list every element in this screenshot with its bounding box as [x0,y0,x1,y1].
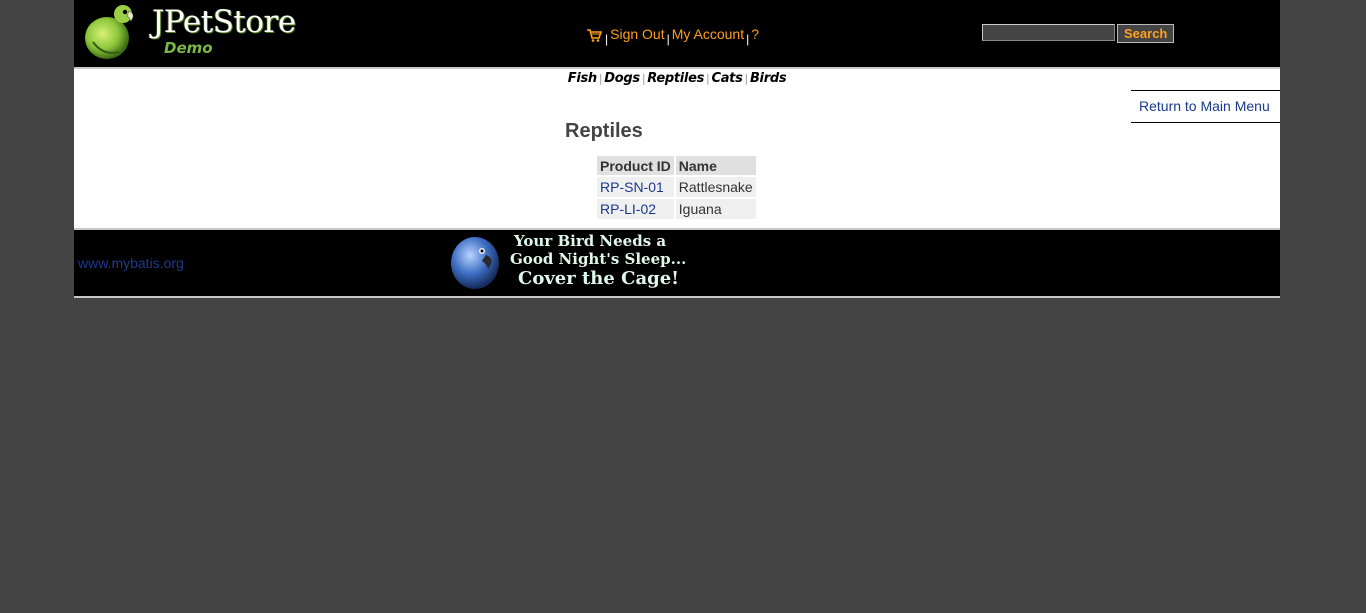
return-to-main-menu-link[interactable]: Return to Main Menu [1139,98,1270,114]
main-content: Fish | Dogs | Reptiles | Cats | Birds Return to … [74,69,1280,228]
logo[interactable]: JPetStore Demo [83,2,298,60]
banner-line-1: Your Bird Needs a [514,232,667,250]
column-header-name: Name [675,156,756,175]
quick-link-separator: | [744,72,749,85]
cart-icon[interactable] [586,28,602,42]
product-id-link[interactable]: RP-LI-02 [600,201,656,217]
parrot-icon [451,237,499,289]
banner-line-3: Cover the Cage! [518,268,680,289]
logo-title: JPetStore [152,4,296,40]
quick-link-dogs[interactable]: Dogs [604,71,640,86]
mybatis-link[interactable]: www.mybatis.org [78,255,184,271]
header: JPetStore Demo | Sign Out | My Account |? Se… [74,0,1280,69]
product-name-cell: Iguana [675,199,756,219]
logo-subtitle: Demo [164,39,213,57]
table-row: RP-LI-02 Iguana [597,199,756,219]
product-id-cell: RP-LI-02 [597,199,674,219]
product-id-cell: RP-SN-01 [597,177,674,197]
help-link[interactable]: ? [751,26,759,42]
quick-links: Fish | Dogs | Reptiles | Cats | Birds [74,71,1280,86]
table-header-row: Product ID Name [597,156,756,175]
product-name-cell: Rattlesnake [675,177,756,197]
quick-link-cats[interactable]: Cats [711,71,742,86]
menu-separator: | [605,32,609,46]
quick-link-separator: | [598,72,603,85]
ad-banner[interactable]: Your Bird Needs a Good Night's Sleep... … [448,231,706,293]
product-id-link[interactable]: RP-SN-01 [600,179,664,195]
page-wrapper: JPetStore Demo | Sign Out | My Account |? Se… [74,0,1280,298]
quick-link-separator: | [706,72,710,85]
search-button[interactable]: Search [1117,24,1175,43]
my-account-link[interactable]: My Account [672,26,744,42]
page-title: Reptiles [565,120,643,142]
sign-out-link[interactable]: Sign Out [610,26,664,42]
quick-link-separator: | [641,72,646,85]
header-menu: | Sign Out | My Account |? [586,25,759,46]
banner-line-2: Good Night's Sleep... [510,250,687,268]
product-table: Product ID Name RP-SN-01 Rattlesnake RP-… [595,154,758,221]
table-row: RP-SN-01 Rattlesnake [597,177,756,197]
column-header-product-id: Product ID [597,156,674,175]
quick-link-fish[interactable]: Fish [568,71,597,86]
footer: www.mybatis.org Your Bird Needs a Good N… [74,228,1280,298]
parrot-logo-icon [85,5,134,59]
menu-separator: | [746,32,750,46]
search-form: Search [982,24,1175,43]
quick-link-reptiles[interactable]: Reptiles [647,71,704,86]
quick-link-birds[interactable]: Birds [750,71,787,86]
menu-separator: | [666,32,670,46]
back-link-box: Return to Main Menu [1131,90,1280,123]
search-input[interactable] [982,24,1115,41]
